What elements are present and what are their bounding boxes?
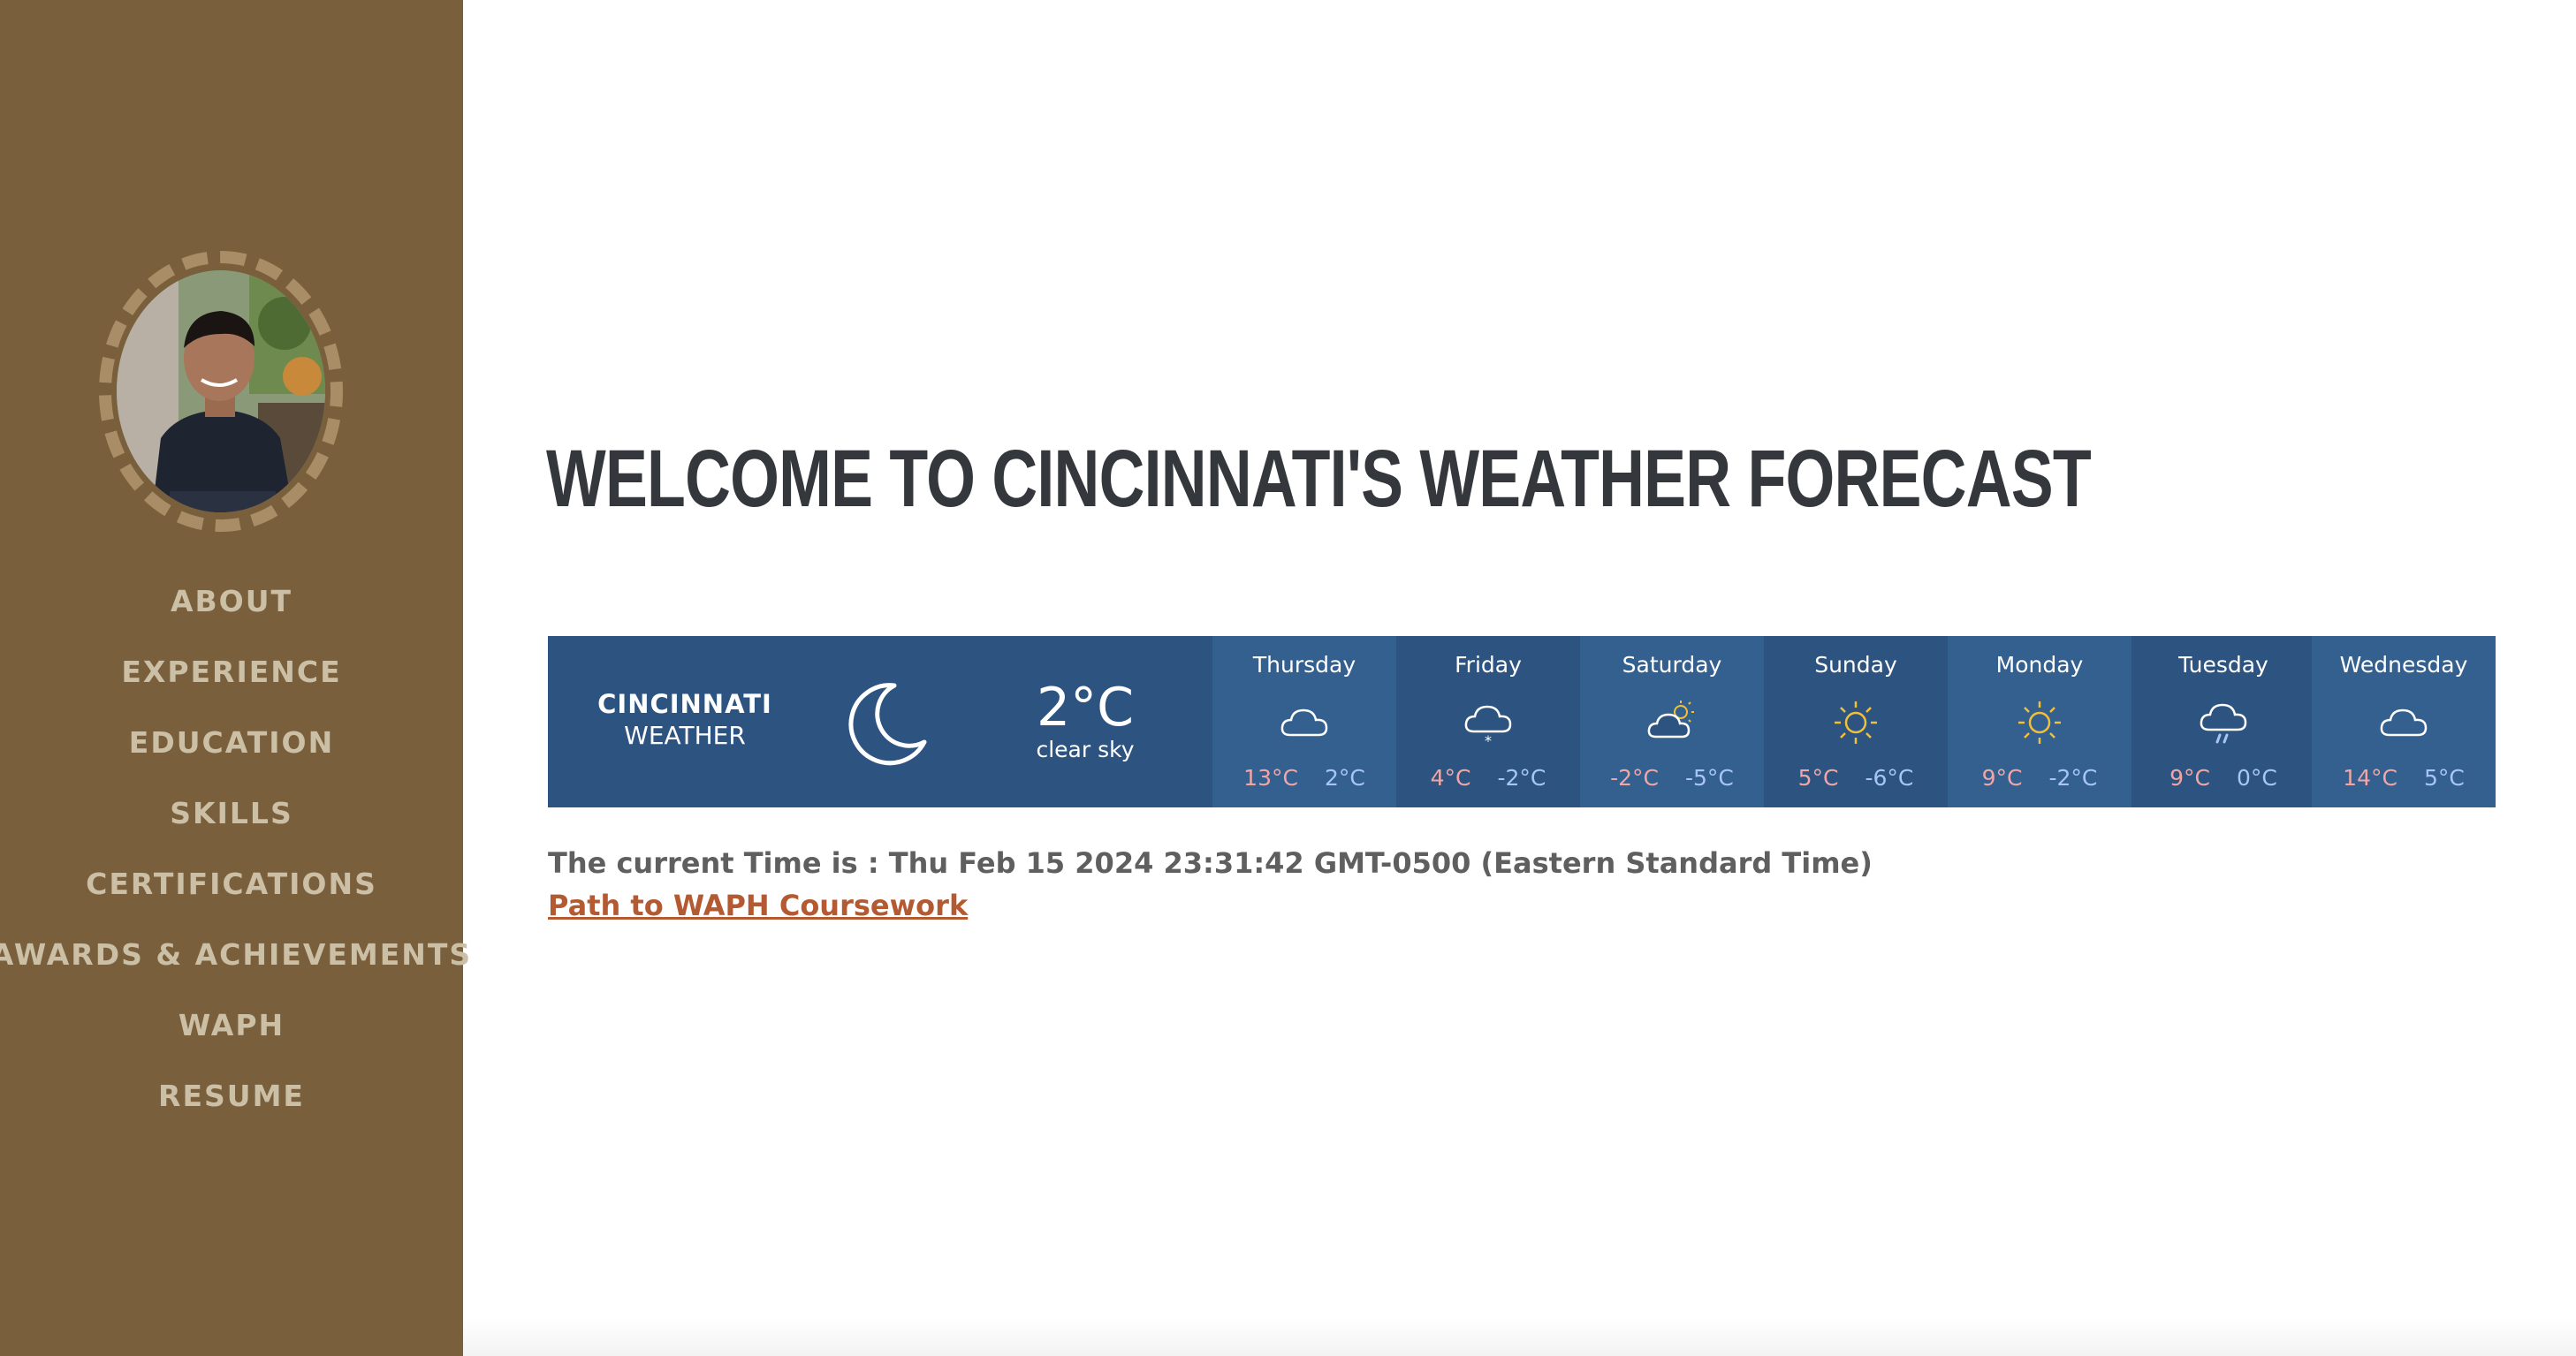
page-title: WELCOME TO CINCINNATI'S WEATHER FORECAST	[546, 434, 2092, 524]
forecast-temps: 14°C 5°C	[2312, 765, 2496, 791]
weather-city-subtitle: WEATHER	[624, 721, 746, 750]
profile-photo-illustration	[117, 270, 325, 512]
current-condition: clear sky	[1036, 737, 1135, 762]
weather-city-name: CINCINNATI	[597, 689, 772, 719]
forecast-temps: 13°C 2°C	[1212, 765, 1396, 791]
forecast-temps: 9°C 0°C	[2131, 765, 2315, 791]
forecast-low: 5°C	[2423, 765, 2465, 791]
partly-cloudy-icon	[1647, 701, 1694, 739]
forecast-day-name: Thursday	[1252, 652, 1356, 678]
nav-about[interactable]: ABOUT	[0, 565, 463, 636]
forecast-high: 9°C	[2169, 765, 2210, 791]
forecast-day-name: Sunday	[1814, 652, 1897, 678]
forecast-low: 2°C	[1324, 765, 1365, 791]
sun-icon	[2018, 701, 2061, 744]
forecast-high: 13°C	[1243, 765, 1298, 791]
forecast-high: 14°C	[2343, 765, 2397, 791]
forecast-low: -2°C	[2048, 765, 2098, 791]
forecast-low: -5°C	[1685, 765, 1734, 791]
forecast-temps: 5°C -6°C	[1764, 765, 1948, 791]
forecast-low: -6°C	[1865, 765, 1914, 791]
forecast-day: Friday * 4°C -2°C	[1396, 636, 1580, 807]
forecast-low: -2°C	[1497, 765, 1546, 791]
forecast-day: Sunday 5°C -6°C	[1764, 636, 1948, 807]
cloud-icon	[2380, 708, 2428, 737]
snow-cloud-icon: *	[1464, 705, 1512, 749]
coursework-link[interactable]: Path to WAPH Coursework	[548, 889, 968, 922]
forecast-day-name: Wednesday	[2339, 652, 2468, 678]
forecast-high: 4°C	[1430, 765, 1471, 791]
rain-cloud-icon	[2200, 703, 2247, 744]
cloud-icon	[1280, 708, 1328, 737]
forecast-day: Tuesday 9°C 0°C	[2131, 636, 2315, 807]
forecast-day: Saturday -2°C -5°C	[1580, 636, 1764, 807]
current-time-text: The current Time is : Thu Feb 15 2024 23…	[548, 846, 1873, 880]
profile-photo	[117, 270, 325, 512]
nav-experience[interactable]: EXPERIENCE	[0, 636, 463, 707]
forecast-day-name: Friday	[1455, 652, 1522, 678]
forecast-day-name: Saturday	[1622, 652, 1722, 678]
svg-text:*: *	[1485, 732, 1492, 749]
sun-icon	[1835, 701, 1877, 744]
forecast-low: 0°C	[2237, 765, 2277, 791]
forecast-day: Wednesday 14°C 5°C	[2312, 636, 2496, 807]
sidebar: ABOUT EXPERIENCE EDUCATION SKILLS CERTIF…	[0, 0, 470, 1356]
avatar	[99, 251, 343, 532]
forecast-day: Thursday 13°C 2°C	[1212, 636, 1396, 807]
nav-awards-achievements[interactable]: AWARDS & ACHIEVEMENTS	[0, 919, 470, 989]
bottom-shadow	[463, 1316, 2576, 1356]
forecast-temps: 9°C -2°C	[1948, 765, 2131, 791]
forecast-day: Monday 9°C -2°C	[1948, 636, 2131, 807]
weather-widget[interactable]: CINCINNATI WEATHER 2°C clear sky Thursda…	[548, 636, 2496, 807]
forecast-temps: 4°C -2°C	[1396, 765, 1580, 791]
forecast-day-name: Tuesday	[2178, 652, 2268, 678]
forecast-high: 9°C	[1981, 765, 2023, 791]
sidebar-nav: ABOUT EXPERIENCE EDUCATION SKILLS CERTIF…	[0, 565, 470, 1131]
nav-skills[interactable]: SKILLS	[0, 777, 463, 848]
weather-city-block: CINCINNATI WEATHER	[548, 689, 822, 750]
moon-icon	[848, 683, 927, 766]
forecast-high: 5°C	[1797, 765, 1839, 791]
current-temperature: 2°C	[1036, 677, 1135, 739]
forecast-temps: -2°C -5°C	[1580, 765, 1764, 791]
current-weather: 2°C clear sky	[990, 678, 1181, 762]
nav-certifications[interactable]: CERTIFICATIONS	[0, 848, 463, 919]
nav-waph[interactable]: WAPH	[0, 989, 463, 1060]
forecast-high: -2°C	[1610, 765, 1659, 791]
nav-resume[interactable]: RESUME	[0, 1060, 463, 1131]
forecast-day-name: Monday	[1995, 652, 2084, 678]
nav-education[interactable]: EDUCATION	[0, 707, 463, 777]
